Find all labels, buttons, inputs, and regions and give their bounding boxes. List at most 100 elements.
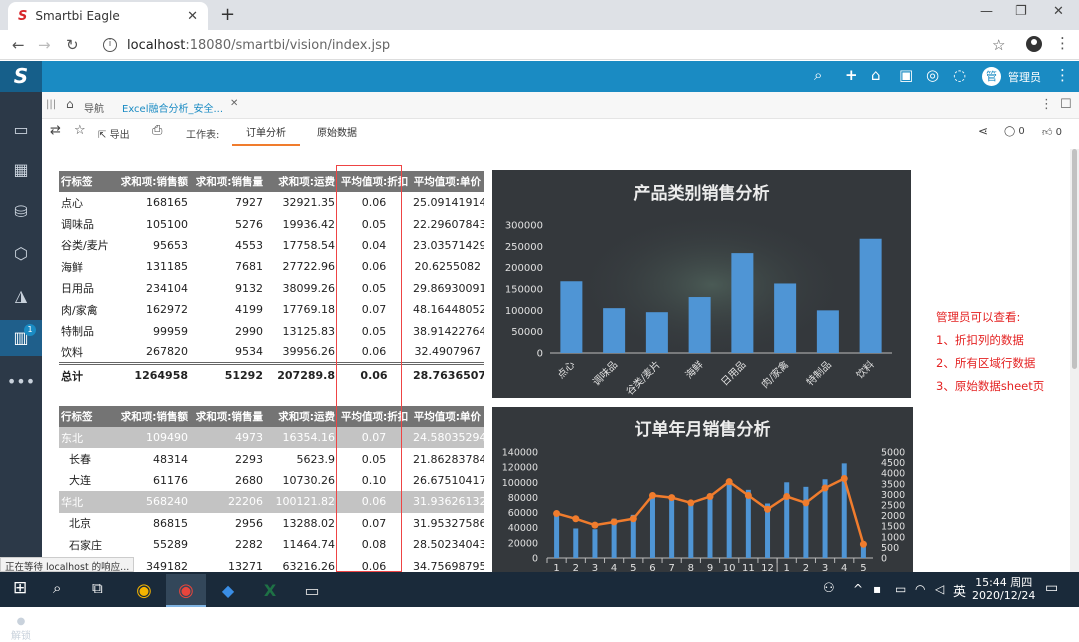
line-point (591, 521, 599, 529)
table-header-row: 行标签 求和项:销售额 求和项:销售量 求和项:运费 平均值项:折扣 平均值项:单价 (59, 406, 484, 427)
admin-name[interactable]: 管理员 (1008, 69, 1041, 85)
column-header: 平均值项:折扣 (338, 171, 410, 192)
bookmark-star-icon[interactable]: ☆ (992, 36, 1005, 54)
wifi-icon[interactable]: ◠ (915, 582, 925, 596)
table-row: 长春 48314 2293 5623.9 0.05 21.86283784 (59, 448, 484, 469)
bar (554, 511, 560, 558)
taskbar-app-chrome[interactable]: ◉ (166, 574, 206, 607)
url-field[interactable]: i localhost :18080/smartbi/vision/index.… (95, 33, 990, 57)
sidebar-item-database[interactable]: ⛁ (0, 194, 42, 230)
ime-indicator[interactable]: 英 (953, 581, 966, 600)
line-point (629, 515, 637, 523)
battery-icon[interactable]: ▭ (895, 582, 906, 596)
volume-icon[interactable]: ◁ (935, 582, 944, 596)
x-tick-label: 12 (761, 563, 774, 572)
browser-menu-icon[interactable]: ⋮ (1055, 34, 1070, 52)
content-scrollbar[interactable] (1070, 149, 1079, 572)
x-tick-label: 海鲜 (682, 358, 705, 381)
windows-start-icon[interactable]: ⊞ (13, 578, 27, 598)
account-icon[interactable] (1026, 36, 1042, 52)
print-icon[interactable]: ⎙ (152, 123, 162, 138)
notification-icon[interactable]: ▭ (1045, 580, 1058, 596)
taskbar-app-colorful[interactable]: ◉ (124, 574, 164, 607)
sidebar-item-reports[interactable]: ▥ 1 (0, 320, 42, 356)
app-menu-icon[interactable]: ⋮ (1055, 66, 1070, 84)
comment-button[interactable]: ◯ 0 (1004, 126, 1025, 137)
sidebar-item-cube[interactable]: ⬡ (0, 236, 42, 272)
message-icon[interactable]: ◌ (953, 66, 966, 84)
tray-expand-icon[interactable]: ^ (853, 582, 863, 596)
share-icon[interactable]: ⋖ (978, 124, 988, 138)
y-tick-label-left: 20000 (508, 538, 538, 549)
minimize-icon[interactable]: — (980, 4, 993, 19)
window-close-icon[interactable]: ✕ (1053, 4, 1064, 19)
table-row: 华北 568240 22206 100121.82 0.06 31.93626132 (59, 491, 484, 513)
tab-menu-icon[interactable]: ⋮ (1040, 97, 1053, 112)
taskbar-app-excel[interactable]: X (250, 574, 290, 607)
table-cell: 长春 (69, 453, 91, 467)
line-point (668, 494, 676, 502)
x-tick-label: 7 (668, 563, 674, 572)
tray-app-icon[interactable]: ▪ (873, 582, 881, 596)
document-close-icon[interactable]: ✕ (230, 98, 238, 109)
tab-close-icon[interactable]: ✕ (187, 9, 198, 24)
reload-icon[interactable]: ↻ (66, 36, 79, 54)
export-button[interactable]: ⇱ 导出 (98, 126, 130, 141)
comment-count: 0 (1018, 126, 1025, 137)
table-cell: 7927 (235, 196, 263, 210)
url-host: localhost (127, 37, 186, 53)
y-tick-label: 300000 (505, 221, 543, 232)
sidebar-item-apps[interactable]: ▦ (0, 152, 42, 188)
briefcase-icon[interactable]: ▣ (899, 66, 913, 84)
bar (726, 480, 732, 558)
x-tick-label: 1 (784, 563, 790, 572)
browser-tab[interactable]: S Smartbi Eagle ✕ (8, 2, 208, 30)
task-view-icon[interactable]: ⧉ (92, 579, 103, 597)
table-cell: 95653 (153, 238, 188, 252)
taskbar-app-window[interactable]: ▭ (292, 574, 332, 607)
line-point (553, 509, 561, 517)
table-cell: 10730.26 (282, 473, 336, 487)
table-row: 大连 61176 2680 10730.26 0.10 26.67510417 (59, 470, 484, 491)
help-icon[interactable]: ◎ (926, 66, 939, 84)
table-cell: 0.05 (361, 217, 387, 231)
sidebar-item-monitor[interactable]: ▭ (0, 112, 42, 148)
site-info-icon[interactable]: i (103, 38, 117, 52)
people-icon[interactable]: ⚇ (823, 581, 835, 596)
scrollbar-thumb[interactable] (1072, 149, 1077, 369)
thumbs-up-icon: 👍︎ (1042, 127, 1053, 138)
sidebar-item-more[interactable]: ••• (0, 364, 42, 400)
x-tick-label: 点心 (555, 359, 578, 382)
table-cell: 21.86283784 (413, 452, 484, 466)
monitor-icon: ▭ (13, 120, 29, 139)
home-icon[interactable]: ⌂ (871, 66, 881, 84)
line-point (859, 540, 867, 548)
search-icon[interactable]: ⌕ (814, 66, 822, 84)
search-icon[interactable]: ⌕ (53, 579, 61, 597)
avatar[interactable]: 管 (982, 67, 1001, 86)
document-tab[interactable]: Excel融合分析_安全... (122, 100, 223, 115)
favorite-icon[interactable]: ☆ (74, 123, 86, 138)
home-icon[interactable]: ⌂ (66, 97, 74, 111)
tab-order-analysis[interactable]: 订单分析 (232, 124, 300, 146)
fullscreen-icon[interactable]: ☐ (1060, 97, 1072, 112)
column-header: 求和项:销售量 (191, 171, 266, 192)
system-clock[interactable]: 15:44 周四 2020/12/24 (972, 576, 1035, 602)
sidebar-item-analysis[interactable]: ◮ (0, 278, 42, 314)
refresh-icon[interactable]: ⇄ (50, 123, 61, 138)
table-cell: 0.05 (361, 452, 387, 466)
taskbar-app-feishu[interactable]: ◆ (208, 574, 248, 607)
sidebar-unlock[interactable]: ● 解锁 (0, 616, 42, 642)
bar (688, 503, 694, 558)
collapse-icon[interactable]: ||| (46, 99, 56, 110)
tab-raw-data[interactable]: 原始数据 (317, 124, 357, 139)
back-icon[interactable]: ← (12, 36, 25, 54)
nav-label[interactable]: 导航 (84, 100, 104, 115)
y-tick-label-left: 40000 (508, 523, 538, 534)
restore-icon[interactable]: ❐ (1015, 4, 1027, 19)
like-button[interactable]: 👍︎ 0 (1042, 126, 1062, 138)
add-icon[interactable]: + (845, 66, 858, 84)
new-tab-button[interactable]: + (220, 4, 235, 25)
table-row: 石家庄 55289 2282 11464.74 0.08 28.50234043 (59, 534, 484, 555)
forward-icon[interactable]: → (38, 36, 51, 54)
